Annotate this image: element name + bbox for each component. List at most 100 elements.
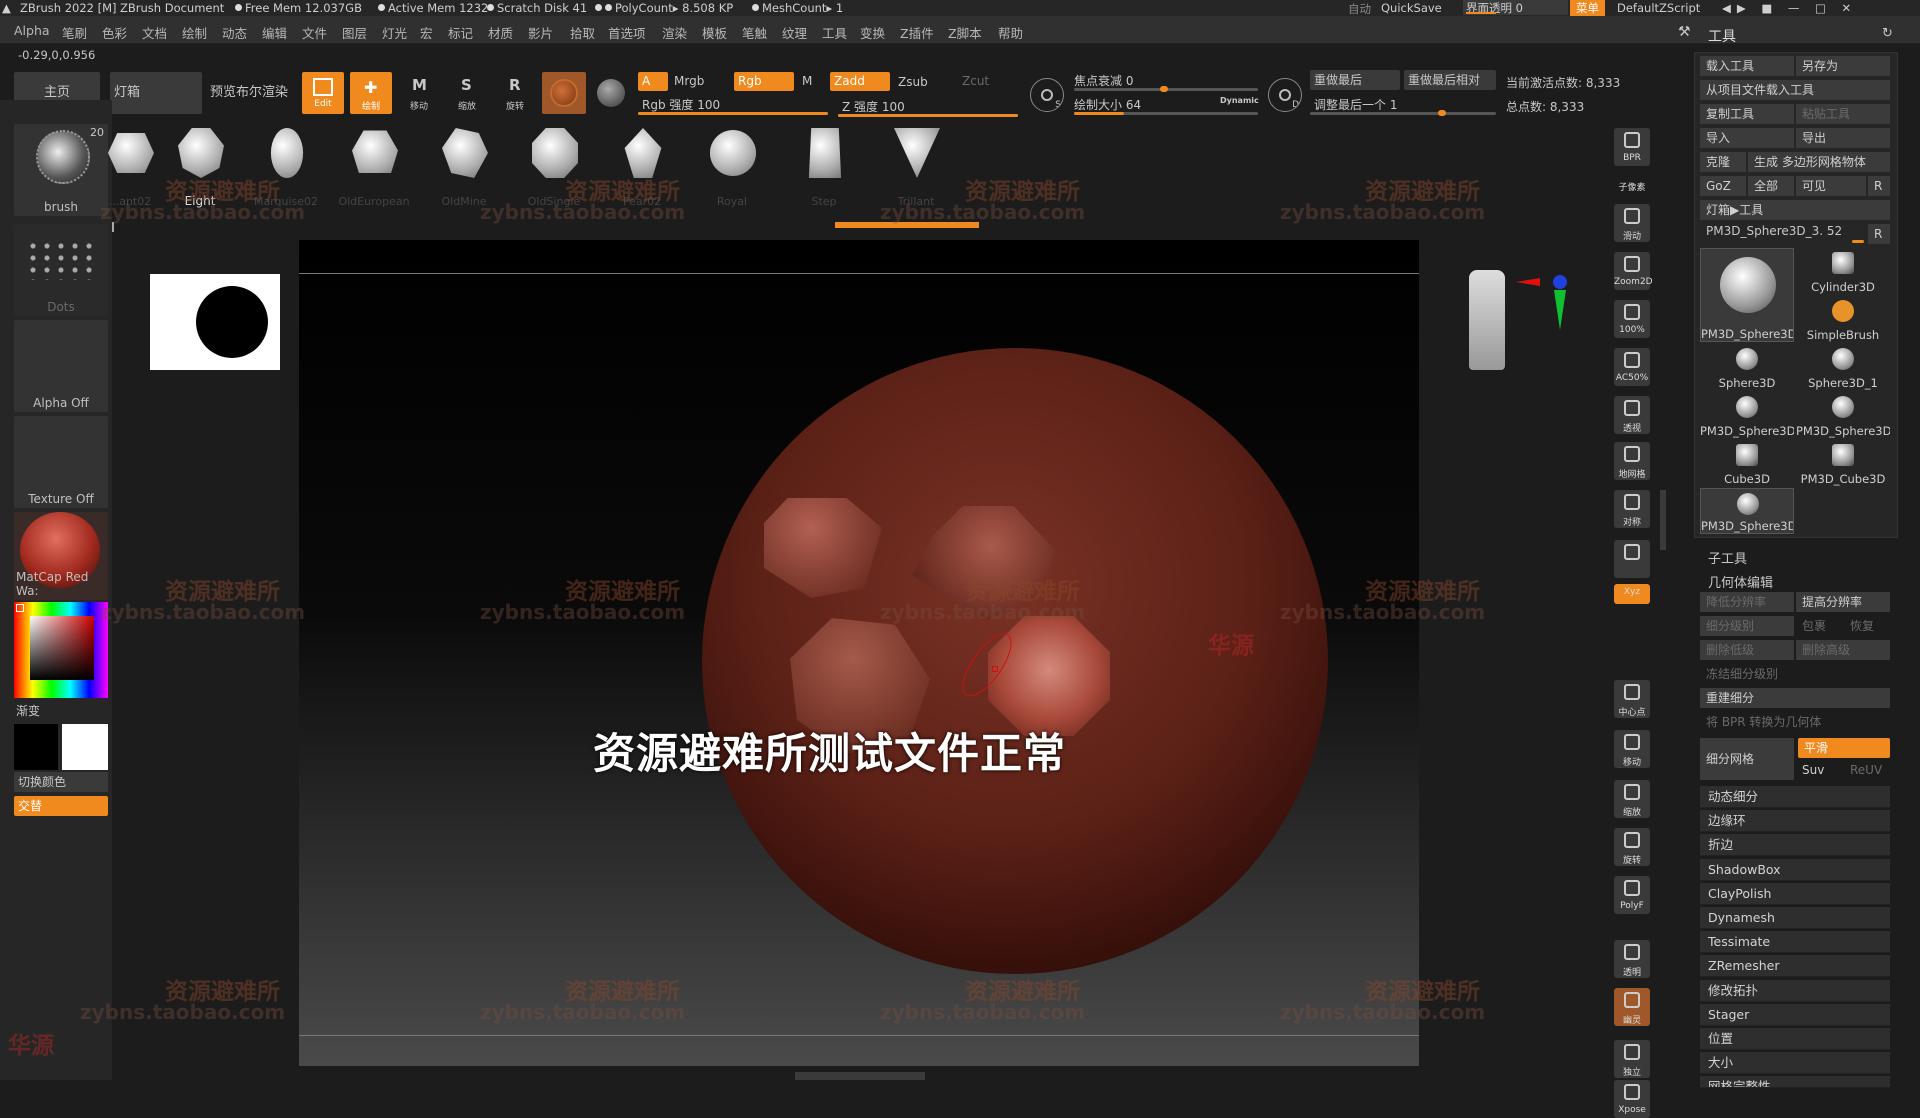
menu-item[interactable]: 文件: [302, 23, 327, 42]
goz-r-button[interactable]: R: [1868, 176, 1890, 196]
edit-mode-button[interactable]: Edit: [302, 72, 344, 114]
delete-higher-button[interactable]: 删除高级: [1796, 640, 1890, 660]
refresh-icon[interactable]: ↻: [1882, 26, 1893, 41]
right-shelf-button[interactable]: [1614, 620, 1650, 638]
lower-res-button[interactable]: 降低分辨率: [1700, 592, 1794, 612]
geometry-subpanel-item[interactable]: 修改拓扑: [1700, 979, 1890, 1002]
geometry-subpanel-item[interactable]: 边缘环: [1700, 810, 1890, 833]
scale-mode-button[interactable]: S 缩放: [446, 72, 488, 114]
lightbox-tools-button[interactable]: 灯箱▶工具: [1700, 200, 1890, 220]
menu-item[interactable]: 标记: [448, 23, 473, 42]
menu-item[interactable]: 帮助: [998, 23, 1023, 42]
bpr-to-geo-button[interactable]: 将 BPR 转换为几何体: [1700, 712, 1890, 732]
right-shelf-button[interactable]: 子像素: [1614, 178, 1650, 196]
draw-mode-button[interactable]: ✚ 绘制: [350, 72, 392, 114]
tool-thumbnail[interactable]: PM3D_Sphere3D: [1796, 392, 1890, 438]
right-shelf-button[interactable]: Xyz: [1614, 584, 1650, 604]
tool-thumbnail[interactable]: PM3D_Sphere3D: [1700, 392, 1794, 438]
focal-shift-icon-button[interactable]: S: [1030, 78, 1064, 112]
tool-r-button[interactable]: R: [1868, 224, 1890, 244]
brush-shelf-item[interactable]: Trillant: [876, 118, 956, 210]
brush-shelf-item[interactable]: ...ant02: [90, 118, 170, 210]
menu-item[interactable]: Z脚本: [948, 23, 982, 42]
focal-shift-slider[interactable]: 焦点衰减 0: [1074, 72, 1133, 89]
make-polymesh-button[interactable]: 生成 多边形网格物体: [1748, 152, 1890, 172]
adjust-last-slider[interactable]: 调整最后一个 1: [1314, 96, 1397, 113]
right-shelf-button[interactable]: 100%: [1614, 300, 1650, 338]
navigation-gizmo[interactable]: [1469, 210, 1569, 370]
copy-tool-button[interactable]: 复制工具: [1700, 104, 1794, 124]
menu-item[interactable]: 图层: [342, 23, 367, 42]
cage-button[interactable]: 包裹: [1796, 616, 1842, 636]
right-shelf-button[interactable]: 旋转: [1614, 828, 1650, 866]
brush-shelf-item[interactable]: OldEuropean: [334, 118, 414, 210]
load-from-project-button[interactable]: 从项目文件载入工具: [1700, 80, 1890, 100]
menu-item[interactable]: 材质: [488, 23, 513, 42]
lightbox-button[interactable]: 灯箱: [110, 72, 202, 114]
menu-item[interactable]: 绘制: [182, 23, 207, 42]
right-shelf-button[interactable]: 滑动: [1614, 204, 1650, 242]
higher-res-button[interactable]: 提高分辨率: [1796, 592, 1890, 612]
menu-item[interactable]: 工具: [822, 23, 847, 42]
adjust-last-track[interactable]: [1310, 112, 1496, 115]
color-picker[interactable]: [14, 602, 108, 698]
menu-item[interactable]: 灯光: [382, 23, 407, 42]
menu-item[interactable]: Alpha: [14, 23, 50, 38]
paste-tool-button[interactable]: 粘贴工具: [1796, 104, 1890, 124]
adjust-last-knob[interactable]: [1438, 110, 1446, 116]
zcut-toggle[interactable]: Zcut: [962, 74, 989, 88]
menu-item[interactable]: 色彩: [102, 23, 127, 42]
material-slot[interactable]: MatCap Red Wa:: [14, 512, 108, 600]
alpha-slot[interactable]: Alpha Off: [14, 320, 108, 412]
alternate-button[interactable]: 交替: [14, 796, 108, 816]
right-shelf-button[interactable]: 独立: [1614, 1040, 1650, 1078]
zadd-toggle[interactable]: Zadd: [830, 72, 890, 91]
right-shelf-button[interactable]: BPR: [1614, 128, 1650, 166]
reuv-toggle[interactable]: ReUV: [1844, 760, 1890, 780]
quicksave-button[interactable]: QuickSave: [1381, 1, 1442, 15]
menu-item[interactable]: 首选项: [608, 23, 646, 42]
suv-toggle[interactable]: Suv: [1796, 760, 1842, 780]
m-toggle[interactable]: M: [802, 74, 812, 88]
geometry-subpanel-item[interactable]: ZRemesher: [1700, 955, 1890, 978]
zsub-toggle[interactable]: Zsub: [898, 75, 928, 89]
menu-item[interactable]: 笔刷: [62, 23, 87, 42]
tool-thumbnail[interactable]: SimpleBrush: [1796, 296, 1890, 342]
ui-transparency-slider[interactable]: 界面透明 0: [1463, 0, 1568, 15]
menu-item[interactable]: 宏: [420, 23, 433, 42]
rgb-toggle[interactable]: Rgb: [734, 72, 794, 91]
draw-size-slider[interactable]: 绘制大小 64: [1074, 96, 1141, 113]
delete-lower-button[interactable]: 删除低级: [1700, 640, 1794, 660]
right-shelf-button[interactable]: 地网格: [1614, 442, 1650, 480]
right-shelf-button[interactable]: Xpose: [1614, 1080, 1650, 1118]
brush-shelf-item[interactable]: Step: [784, 118, 864, 210]
secondary-color-swatch[interactable]: [62, 724, 108, 770]
menu-item[interactable]: 纹理: [782, 23, 807, 42]
tool-thumbnail[interactable]: PM3D_Cube3D: [1796, 440, 1890, 486]
divide-button[interactable]: 细分网格: [1700, 738, 1794, 780]
right-divider-handle[interactable]: [1660, 490, 1666, 550]
save-as-button[interactable]: 另存为: [1796, 56, 1890, 76]
geometry-subpanel-item[interactable]: 折边: [1700, 834, 1890, 857]
z-axis-dot-icon[interactable]: [1553, 275, 1567, 289]
menu-item[interactable]: 动态: [222, 23, 247, 42]
geometry-subpanel-item[interactable]: 位置: [1700, 1028, 1890, 1050]
goz-all-button[interactable]: 全部: [1748, 176, 1794, 196]
right-shelf-button[interactable]: Zoom2D: [1614, 252, 1653, 290]
tool-thumbnail[interactable]: Sphere3D: [1700, 344, 1794, 390]
material-sphere-button[interactable]: [542, 72, 586, 114]
right-shelf-button[interactable]: 中心点: [1614, 680, 1650, 718]
menu-item[interactable]: 模板: [702, 23, 727, 42]
menu-item[interactable]: 笔触: [742, 23, 767, 42]
goz-button[interactable]: GoZ: [1700, 176, 1746, 196]
reconstruct-subdiv-button[interactable]: 重建细分: [1700, 688, 1890, 708]
geometry-subpanel-item[interactable]: Tessimate: [1700, 931, 1890, 954]
freeze-sdiv-button[interactable]: 冻结细分级别: [1700, 664, 1890, 684]
window-controls[interactable]: ◀▶ ■ — □ ✕: [1722, 1, 1857, 15]
current-tool-slider[interactable]: PM3D_Sphere3D_3. 52: [1706, 224, 1842, 238]
dynamic-toggle[interactable]: Dynamic: [1220, 96, 1259, 105]
geometry-subpanel-item[interactable]: ShadowBox: [1700, 858, 1890, 881]
restore-button[interactable]: 恢复: [1844, 616, 1890, 636]
right-shelf-button[interactable]: [1614, 540, 1650, 578]
menu-item[interactable]: 编辑: [262, 23, 287, 42]
